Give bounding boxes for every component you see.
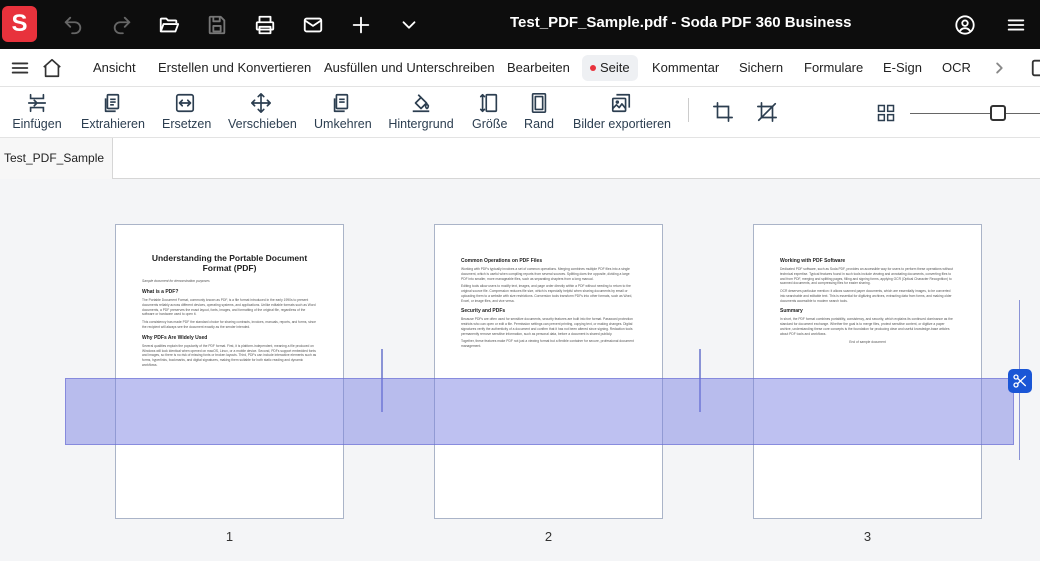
extract-page-icon (104, 93, 120, 113)
title-bar: S Test_PDF_Sample.pdf - Soda PDF 360 Bus… (0, 0, 1040, 49)
page-number-3: 3 (863, 529, 872, 544)
export-images-icon (611, 93, 631, 113)
redo-icon[interactable] (109, 12, 135, 38)
page-3-heading-2: Summary (780, 308, 803, 315)
background-fill-icon (412, 94, 430, 113)
page-thumbnail-2[interactable]: Common Operations on PDF Files Working w… (434, 224, 663, 519)
page-size-icon (479, 93, 498, 113)
mail-icon[interactable] (300, 12, 326, 38)
page-2-heading-2: Security and PDFs (461, 308, 506, 315)
document-title: Test_PDF_Sample.pdf - Soda PDF 360 Busin… (510, 14, 852, 31)
document-tab-bar: Test_PDF_Sample (0, 138, 1040, 179)
zoom-slider-track[interactable] (910, 113, 1040, 114)
tool-extrahieren[interactable]: Extrahieren (81, 87, 145, 138)
tool-groesse[interactable]: Größe (472, 87, 507, 138)
chevron-down-icon[interactable] (396, 12, 422, 38)
scissors-icon (1013, 374, 1026, 388)
soda-pdf-logo[interactable]: S (2, 6, 37, 42)
undo-icon[interactable] (60, 12, 86, 38)
menu-erstellen-und-konvertieren[interactable]: Erstellen und Konvertieren (158, 49, 311, 87)
toolbar-separator (688, 98, 689, 122)
side-menu-icon[interactable] (9, 57, 31, 79)
crop-remove-icon[interactable] (756, 101, 778, 123)
grid-view-icon[interactable] (876, 103, 896, 123)
ribbon-menu-bar: Ansicht Erstellen und Konvertieren Ausfü… (0, 49, 1040, 87)
page-2-paragraph-4: Together, these features make PDF not ju… (461, 339, 634, 349)
menu-ausfuellen-und-unterschreiben[interactable]: Ausfüllen und Unterschreiben (324, 49, 495, 87)
page-3-heading-1: Working with PDF Software (780, 258, 846, 264)
save-icon[interactable] (204, 12, 230, 38)
menu-ansicht[interactable]: Ansicht (93, 49, 136, 87)
page-3-paragraph-3: In short, the PDF format combines portab… (780, 317, 953, 336)
tool-ersetzen[interactable]: Ersetzen (162, 87, 211, 138)
page-1-paragraph-3: Several qualities explain the popularity… (142, 343, 317, 367)
tool-verschieben[interactable]: Verschieben (228, 87, 297, 138)
page-thumbnail-3[interactable]: Working with PDF Software Dedicated PDF … (753, 224, 982, 519)
page-number-2: 2 (544, 529, 553, 544)
page-1-paragraph-1: The Portable Document Format, commonly k… (142, 298, 316, 317)
page-2-paragraph-3: Because PDFs are often used for sensitiv… (461, 317, 633, 336)
chevron-right-icon[interactable] (988, 57, 1010, 79)
split-scissors-button[interactable] (1008, 369, 1032, 393)
move-icon (251, 93, 271, 113)
tool-hintergrund[interactable]: Hintergrund (388, 87, 454, 138)
page-1-title: Understanding the Portable Document Form… (151, 253, 308, 274)
open-folder-icon[interactable] (156, 12, 182, 38)
menu-seite[interactable]: Seite (582, 55, 638, 81)
replace-page-icon (175, 93, 195, 113)
menu-ocr[interactable]: OCR (942, 49, 971, 87)
page-workspace: Understanding the Portable Document Form… (0, 179, 1040, 561)
tool-einfuegen[interactable]: Einfügen (12, 87, 62, 138)
selection-rectangle (65, 378, 1014, 445)
user-icon[interactable] (952, 12, 978, 38)
page-2-paragraph-2: Editing tools allow users to modify text… (461, 284, 633, 303)
plus-icon[interactable] (348, 12, 374, 38)
crop-icon[interactable] (712, 101, 734, 123)
menu-e-sign[interactable]: E-Sign (883, 49, 922, 87)
page-1-heading-1: What is a PDF? (142, 289, 179, 296)
menu-bearbeiten[interactable]: Bearbeiten (507, 49, 570, 87)
page-margin-icon (531, 93, 547, 113)
page-2-heading-1: Common Operations on PDF Files (461, 258, 543, 264)
page-thumbnail-1[interactable]: Understanding the Portable Document Form… (115, 224, 344, 519)
document-tab[interactable]: Test_PDF_Sample (0, 138, 113, 179)
menu-formulare[interactable]: Formulare (804, 49, 863, 87)
insert-page-icon (27, 93, 47, 113)
panel-toggle-icon[interactable] (1030, 57, 1040, 79)
page-1-subtitle: Sample document for demonstration purpos… (142, 279, 210, 284)
zoom-slider-thumb[interactable] (990, 105, 1006, 121)
page-3-paragraph-1: Dedicated PDF software, such as Soda PDF… (780, 267, 953, 286)
menu-sichern[interactable]: Sichern (739, 49, 783, 87)
page-3-paragraph-2: OCR deserves particular mention: it allo… (780, 289, 952, 303)
page-1-heading-2: Why PDFs Are Widely Used (142, 334, 208, 341)
reverse-pages-icon (333, 93, 349, 113)
menu-kommentar[interactable]: Kommentar (652, 49, 719, 87)
tool-rand[interactable]: Rand (524, 87, 554, 138)
tool-bilder-exportieren[interactable]: Bilder exportieren (573, 87, 671, 138)
tool-umkehren[interactable]: Umkehren (314, 87, 372, 138)
hamburger-menu-icon[interactable] (1003, 12, 1029, 38)
page-1-paragraph-2: This consistency has made PDF the standa… (142, 320, 316, 329)
page-number-1: 1 (225, 529, 234, 544)
home-icon[interactable] (41, 57, 63, 79)
print-icon[interactable] (252, 12, 278, 38)
page-2-paragraph-1: Working with PDFs typically involves a s… (461, 267, 630, 281)
page-3-end-note: End of sample document (849, 340, 886, 345)
page-toolbar: Einfügen Extrahieren Ersetzen Verschiebe… (0, 87, 1040, 138)
